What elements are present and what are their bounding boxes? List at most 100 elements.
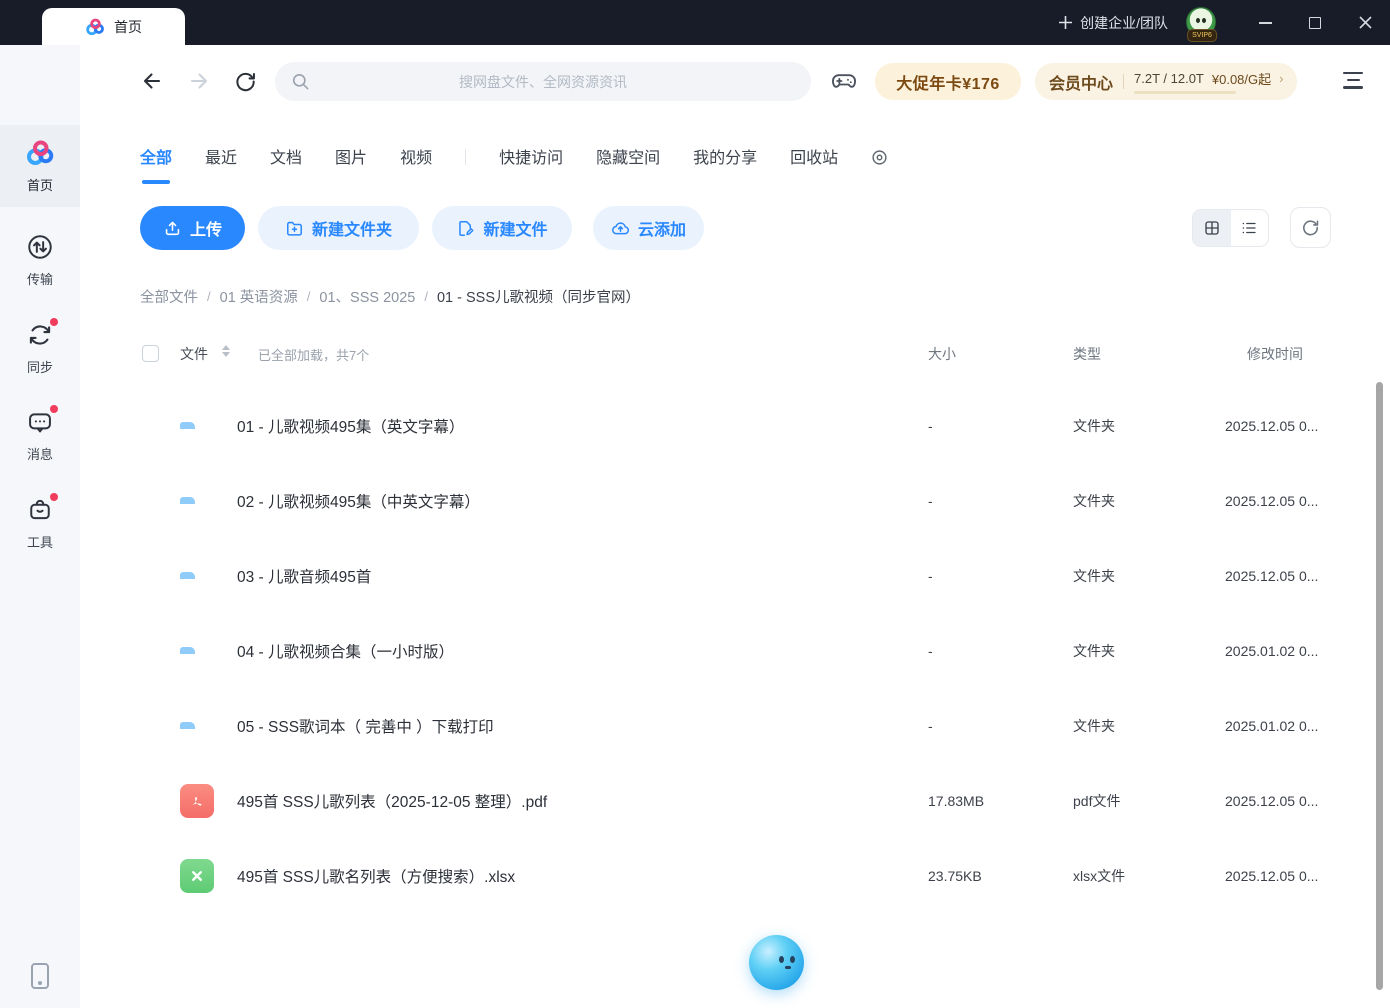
table-row[interactable]: 495首 SSS儿歌列表（2025-12-05 整理）.pdf 17.83MB … [0, 763, 1390, 838]
table-row[interactable]: 05 - SSS歌词本（ 完善中 ）下载打印 - 文件夹 2025.01.02 … [0, 688, 1390, 763]
new-file-label: 新建文件 [483, 216, 547, 240]
cloud-add-button[interactable]: 云添加 [593, 206, 704, 250]
file-size: - [928, 493, 933, 509]
tab-home[interactable]: 首页 [42, 8, 185, 45]
forward-arrow-icon [187, 69, 211, 93]
create-team-label: 创建企业/团队 [1080, 13, 1168, 33]
tab-recycle-bin[interactable]: 回收站 [790, 144, 838, 170]
main-menu-button[interactable] [1342, 72, 1364, 89]
tab-documents[interactable]: 文档 [270, 144, 302, 170]
vertical-scrollbar[interactable] [1376, 382, 1383, 990]
file-modified: 2025.01.02 0... [1225, 643, 1318, 659]
file-name[interactable]: 495首 SSS儿歌名列表（方便搜索）.xlsx [237, 865, 515, 887]
search-bar[interactable] [275, 62, 811, 101]
sort-icon[interactable] [222, 345, 230, 357]
maximize-button[interactable] [1290, 0, 1340, 45]
new-folder-label: 新建文件夹 [312, 216, 392, 240]
divider [465, 149, 466, 165]
ai-assistant-ball[interactable] [749, 935, 804, 990]
breadcrumb-level-1[interactable]: 01 英语资源 [220, 286, 298, 307]
file-modified: 2025.12.05 0... [1225, 418, 1318, 434]
upload-label: 上传 [190, 216, 222, 240]
promo-annual-card-button[interactable]: 大促年卡¥176 [875, 63, 1021, 100]
breadcrumb-separator: / [424, 289, 428, 304]
file-name[interactable]: 03 - 儿歌音频495首 [237, 565, 371, 587]
file-list: 01 - 儿歌视频495集（英文字幕） - 文件夹 2025.12.05 0..… [0, 388, 1390, 913]
title-bar: 首页 创建企业/团队 SVIP6 [0, 0, 1390, 45]
file-modified: 2025.01.02 0... [1225, 718, 1318, 734]
tab-images[interactable]: 图片 [335, 144, 367, 170]
game-icon[interactable] [830, 67, 858, 95]
upload-icon [163, 219, 182, 238]
cloud-add-icon [611, 219, 630, 238]
file-size: 23.75KB [928, 868, 982, 884]
table-row[interactable]: 04 - 儿歌视频合集（一小时版） - 文件夹 2025.01.02 0... [0, 613, 1390, 688]
load-status: 已全部加载，共7个 [258, 345, 369, 364]
pdf-file-icon [180, 784, 214, 818]
back-button[interactable] [137, 66, 167, 96]
tab-videos[interactable]: 视频 [400, 144, 432, 170]
file-size: - [928, 568, 933, 584]
file-size: - [928, 718, 933, 734]
column-modified[interactable]: 修改时间 [1247, 344, 1303, 364]
tab-quick-access[interactable]: 快捷访问 [499, 144, 563, 170]
file-modified: 2025.12.05 0... [1225, 793, 1318, 809]
select-all-checkbox[interactable] [142, 345, 159, 362]
member-center-button[interactable]: 会员中心 7.2T / 12.0T ¥0.08/G起 › [1035, 63, 1297, 100]
list-view-icon [1240, 219, 1258, 237]
view-mode-toggle [1192, 209, 1269, 247]
vip-badge: SVIP6 [1187, 29, 1217, 42]
file-name[interactable]: 495首 SSS儿歌列表（2025-12-05 整理）.pdf [237, 790, 547, 812]
file-size: - [928, 418, 933, 434]
category-tabs: 全部 最近 文档 图片 视频 快捷访问 隐藏空间 我的分享 回收站 [140, 144, 888, 170]
column-type[interactable]: 类型 [1073, 344, 1101, 364]
storage-price-text: ¥0.08/G起 [1212, 69, 1271, 88]
home-logo-icon [25, 138, 55, 168]
forward-button[interactable] [184, 66, 214, 96]
breadcrumb-root[interactable]: 全部文件 [140, 286, 198, 307]
search-icon [291, 72, 310, 91]
upload-button[interactable]: 上传 [140, 206, 245, 250]
new-file-button[interactable]: 新建文件 [432, 206, 572, 250]
sidebar-item-home[interactable]: 首页 [0, 125, 80, 207]
sidebar-item-transfer[interactable]: 传输 [0, 219, 80, 301]
minimize-button[interactable] [1240, 0, 1290, 45]
storage-progress-bar [1134, 91, 1236, 94]
refresh-icon [234, 70, 257, 93]
user-avatar[interactable]: SVIP6 [1186, 7, 1218, 39]
breadcrumb-level-2[interactable]: 01、SSS 2025 [319, 286, 415, 307]
column-size[interactable]: 大小 [928, 344, 956, 364]
file-name[interactable]: 02 - 儿歌视频495集（中英文字幕） [237, 490, 480, 512]
file-type: 文件夹 [1073, 641, 1115, 661]
minimize-icon [1259, 22, 1272, 24]
mobile-app-icon[interactable] [31, 963, 49, 989]
file-name[interactable]: 01 - 儿歌视频495集（英文字幕） [237, 415, 464, 437]
table-row[interactable]: 02 - 儿歌视频495集（中英文字幕） - 文件夹 2025.12.05 0.… [0, 463, 1390, 538]
file-type: 文件夹 [1073, 491, 1115, 511]
table-row[interactable]: 495首 SSS儿歌名列表（方便搜索）.xlsx 23.75KB xlsx文件 … [0, 838, 1390, 913]
table-row[interactable]: 01 - 儿歌视频495集（英文字幕） - 文件夹 2025.12.05 0..… [0, 388, 1390, 463]
list-view-button[interactable] [1231, 210, 1269, 246]
xlsx-file-icon [180, 859, 214, 893]
create-team-button[interactable]: 创建企业/团队 [1058, 13, 1168, 33]
promo-label: 大促年卡¥176 [896, 70, 1000, 94]
tab-my-shares[interactable]: 我的分享 [693, 144, 757, 170]
file-name[interactable]: 04 - 儿歌视频合集（一小时版） [237, 640, 454, 662]
close-icon [1359, 16, 1372, 29]
refresh-button[interactable] [230, 66, 260, 96]
search-input[interactable] [310, 74, 776, 90]
table-row[interactable]: 03 - 儿歌音频495首 - 文件夹 2025.12.05 0... [0, 538, 1390, 613]
column-file[interactable]: 文件 [180, 344, 208, 364]
tab-recent[interactable]: 最近 [205, 144, 237, 170]
tab-all[interactable]: 全部 [140, 144, 172, 170]
close-button[interactable] [1340, 0, 1390, 45]
file-modified: 2025.12.05 0... [1225, 493, 1318, 509]
grid-view-button[interactable] [1193, 210, 1231, 246]
tab-hidden-space[interactable]: 隐藏空间 [596, 144, 660, 170]
refresh-list-button[interactable] [1290, 207, 1331, 248]
file-name[interactable]: 05 - SSS歌词本（ 完善中 ）下载打印 [237, 715, 494, 737]
new-folder-button[interactable]: 新建文件夹 [258, 206, 419, 250]
tab-settings-icon[interactable] [871, 149, 888, 166]
app-logo-icon [85, 17, 105, 37]
back-arrow-icon [140, 69, 164, 93]
